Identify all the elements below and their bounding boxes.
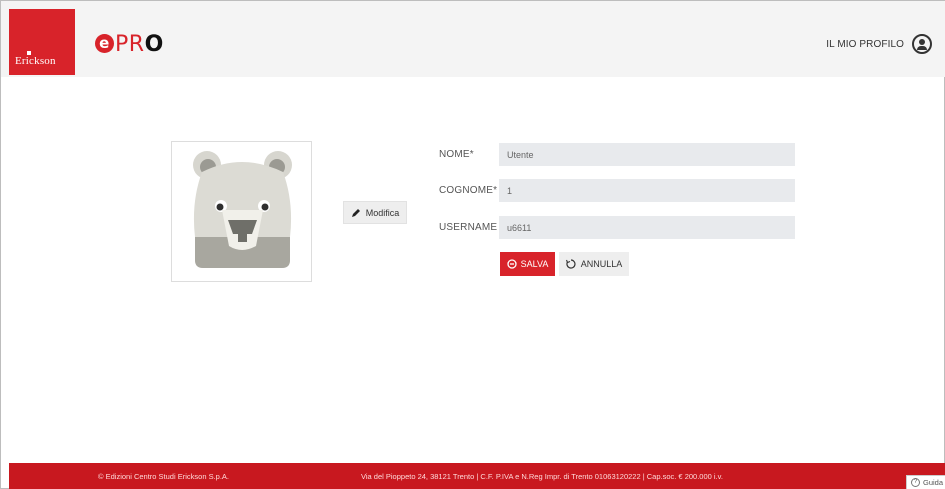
- epro-logo-p: P: [115, 32, 129, 57]
- app-frame: Erickson e PRO IL MIO PROFILO Modifica N…: [0, 0, 945, 489]
- help-icon: ?: [911, 478, 920, 487]
- help-button[interactable]: ? Guida: [906, 475, 945, 489]
- avatar-card: [171, 141, 312, 282]
- erickson-logo[interactable]: Erickson: [9, 9, 75, 75]
- username-field[interactable]: u6611: [499, 216, 795, 239]
- footer-address: Via del Pioppeto 24, 38121 Trento | C.F.…: [361, 472, 723, 481]
- footer-copyright: © Edizioni Centro Studi Erickson S.p.A.: [98, 472, 230, 481]
- footer: © Edizioni Centro Studi Erickson S.p.A. …: [9, 463, 945, 489]
- cognome-field[interactable]: 1: [499, 179, 795, 202]
- epro-logo[interactable]: e PRO: [95, 34, 164, 56]
- nome-label: NOME*: [439, 149, 474, 160]
- header: Erickson e PRO IL MIO PROFILO: [1, 1, 945, 77]
- cognome-label: COGNOME*: [439, 185, 498, 196]
- cognome-row: COGNOME* 1: [439, 179, 795, 202]
- edit-avatar-button[interactable]: Modifica: [343, 201, 407, 224]
- epro-logo-r: R: [128, 32, 145, 57]
- profile-icon[interactable]: [912, 34, 932, 54]
- save-icon: [507, 259, 517, 269]
- help-label: Guida: [923, 478, 944, 487]
- nome-field[interactable]: Utente: [499, 143, 795, 166]
- nome-row: NOME* Utente: [439, 143, 795, 166]
- username-label: USERNAME: [439, 222, 498, 233]
- save-label: SALVA: [520, 259, 549, 269]
- polar-bear-avatar: [193, 151, 292, 268]
- publisher-name: Erickson: [15, 55, 56, 67]
- undo-icon: [565, 259, 576, 269]
- username-row: USERNAME u6611: [439, 216, 795, 239]
- cancel-label: ANNULLA: [580, 259, 623, 269]
- edit-avatar-label: Modifica: [365, 207, 400, 218]
- cancel-button[interactable]: ANNULLA: [559, 252, 629, 276]
- profile-menu[interactable]: IL MIO PROFILO: [826, 34, 932, 54]
- epro-logo-o: O: [144, 32, 164, 57]
- pencil-icon: [351, 208, 360, 217]
- epro-logo-e: e: [95, 34, 114, 53]
- save-button[interactable]: SALVA: [500, 252, 555, 276]
- profile-label[interactable]: IL MIO PROFILO: [826, 39, 904, 50]
